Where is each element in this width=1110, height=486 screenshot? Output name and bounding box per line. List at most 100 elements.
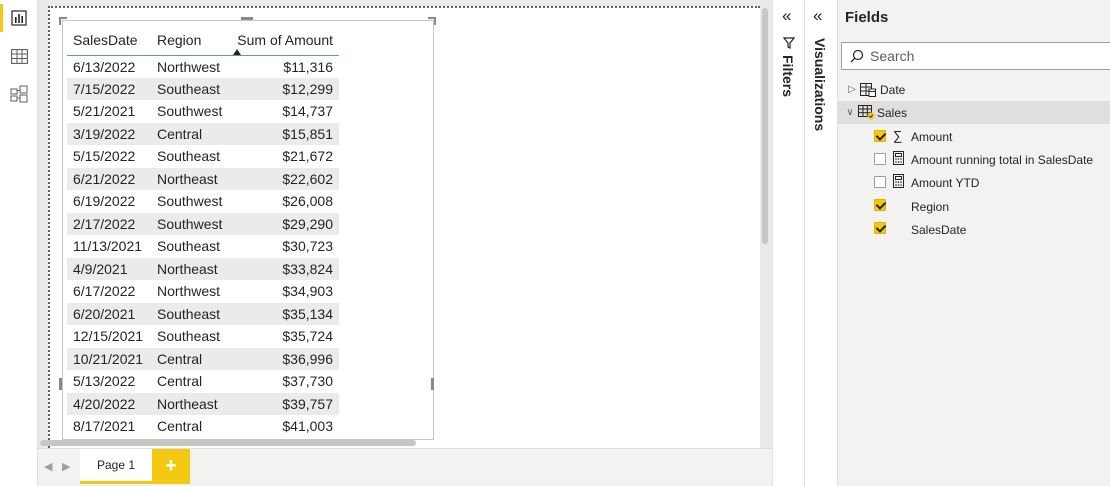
- table-row[interactable]: 6/20/2021 Southeast $35,134: [67, 302, 339, 325]
- table-visual[interactable]: SalesDate Region Sum of Amount 6/13/2022…: [62, 20, 434, 440]
- cell-region: Southeast: [157, 238, 221, 255]
- cell-region: Northeast: [151, 392, 229, 415]
- chevron-down-icon[interactable]: ∨: [844, 107, 856, 118]
- cell-salesdate: 2/17/2022: [67, 212, 151, 235]
- filter-funnel-icon: [782, 37, 796, 52]
- field-table-date[interactable]: ▷ Date: [838, 78, 1110, 101]
- cell-sum-of-amount: $14,737: [282, 103, 333, 120]
- canvas-vertical-scrollbar[interactable]: [762, 8, 768, 244]
- cell-sum-of-amount: $35,724: [282, 328, 333, 345]
- calculator-icon: [893, 151, 904, 165]
- table-row[interactable]: 4/20/2022 Northeast $39,757: [67, 392, 339, 415]
- table-row[interactable]: 6/19/2022 Southwest $26,008: [67, 190, 339, 213]
- model-view-icon[interactable]: [9, 84, 29, 104]
- cell-salesdate: 7/15/2022: [67, 77, 151, 100]
- cell-sum-of-amount: $41,003: [282, 418, 333, 435]
- page-tab-page-1[interactable]: Page 1: [80, 449, 152, 484]
- sort-ascending-icon: [233, 48, 241, 55]
- field-amount-running-total[interactable]: Amount running total in SalesDate: [911, 153, 1093, 167]
- sigma-icon: ∑: [893, 128, 903, 143]
- checkbox-salesdate[interactable]: [874, 222, 886, 234]
- cell-sum-of-amount: $36,996: [229, 347, 339, 370]
- cell-salesdate: 6/20/2021: [67, 302, 151, 325]
- checkbox-amount-ytd[interactable]: [874, 176, 886, 188]
- field-amount-ytd[interactable]: Amount YTD: [911, 176, 979, 190]
- filters-pane-collapsed[interactable]: « Filters: [772, 0, 804, 486]
- table-row[interactable]: 5/21/2021 Southwest $14,737: [67, 100, 339, 123]
- next-page-icon[interactable]: ▶: [62, 460, 70, 473]
- cell-sum-of-amount: $22,602: [229, 167, 339, 190]
- field-amount[interactable]: Amount: [911, 130, 952, 144]
- table-row[interactable]: 6/21/2022 Northeast $22,602: [67, 167, 339, 190]
- table-row[interactable]: 11/13/2021 Southeast $30,723: [67, 235, 339, 258]
- column-header-region[interactable]: Region: [151, 25, 229, 56]
- cell-region: Central: [157, 418, 203, 435]
- column-header-salesdate[interactable]: SalesDate: [67, 25, 151, 56]
- expand-pane-chevron-icon[interactable]: «: [782, 6, 791, 26]
- field-region[interactable]: Region: [911, 200, 949, 214]
- cell-region: Northeast: [151, 257, 229, 280]
- table-row[interactable]: 5/13/2022 Central $37,730: [67, 370, 339, 393]
- fields-pane: Fields Search ▷ Date ∨ Sales ∑ Amount Am…: [837, 0, 1110, 486]
- table-row[interactable]: 6/13/2022 Northwest $11,316: [67, 55, 339, 78]
- add-page-button[interactable]: +: [152, 449, 190, 484]
- fields-pane-title: Fields: [845, 9, 889, 26]
- field-salesdate[interactable]: SalesDate: [911, 223, 966, 237]
- cell-sum-of-amount: $34,903: [282, 283, 333, 300]
- table-row[interactable]: 6/17/2022 Northwest $34,903: [67, 280, 339, 303]
- table-row[interactable]: 4/9/2021 Northeast $33,824: [67, 257, 339, 280]
- cell-sum-of-amount: $33,824: [229, 257, 339, 280]
- expand-pane-chevron-icon[interactable]: «: [813, 6, 822, 26]
- field-table-sales[interactable]: ∨ Sales: [838, 101, 1110, 124]
- calculator-icon: [893, 174, 904, 188]
- left-navigation: [0, 0, 38, 486]
- cell-salesdate: 5/21/2021: [73, 103, 136, 120]
- checkbox-region[interactable]: [874, 199, 886, 211]
- cell-salesdate: 12/15/2021: [73, 328, 144, 345]
- selection-corner-top-left[interactable]: [59, 17, 67, 25]
- cell-salesdate: 5/13/2022: [73, 373, 136, 390]
- cell-salesdate: 6/19/2022: [73, 193, 136, 210]
- checkbox-amount[interactable]: [874, 130, 886, 142]
- cell-region: Northwest: [157, 283, 221, 300]
- checkbox-amount-running-total[interactable]: [874, 153, 886, 165]
- cell-salesdate: 3/19/2022: [67, 122, 151, 145]
- table-row[interactable]: 7/15/2022 Southeast $12,299: [67, 77, 339, 100]
- table-row[interactable]: 3/19/2022 Central $15,851: [67, 122, 339, 145]
- fields-search-box[interactable]: Search: [841, 42, 1110, 70]
- cell-region: Northeast: [151, 167, 229, 190]
- table-row[interactable]: 12/15/2021 Southeast $35,724: [67, 325, 339, 348]
- resize-handle-top[interactable]: [241, 17, 253, 20]
- table-row[interactable]: 2/17/2022 Southwest $29,290: [67, 212, 339, 235]
- cell-region: Central: [151, 347, 229, 370]
- report-view-icon[interactable]: [0, 4, 29, 32]
- table-row[interactable]: 10/21/2021 Central $36,996: [67, 347, 339, 370]
- table-row[interactable]: 5/15/2022 Southeast $21,672: [67, 145, 339, 168]
- cell-sum-of-amount: $11,316: [283, 58, 333, 75]
- table-row[interactable]: 8/17/2021 Central $41,003: [67, 415, 339, 438]
- column-header-sum-of-amount[interactable]: Sum of Amount: [229, 25, 339, 56]
- cell-region: Southeast: [151, 77, 229, 100]
- cell-sum-of-amount: $12,299: [229, 77, 339, 100]
- cell-region: Southeast: [157, 328, 221, 345]
- resize-handle-right[interactable]: [431, 378, 434, 390]
- previous-page-icon[interactable]: ◀: [44, 460, 52, 473]
- canvas-horizontal-scrollbar[interactable]: [40, 440, 416, 446]
- cell-salesdate: 6/17/2022: [73, 283, 136, 300]
- column-header-sum-of-amount-label: Sum of Amount: [237, 31, 333, 48]
- data-table: SalesDate Region Sum of Amount 6/13/2022…: [67, 25, 339, 438]
- chevron-right-icon[interactable]: ▷: [846, 84, 858, 95]
- cell-salesdate: 4/20/2022: [67, 392, 151, 415]
- resize-handle-left[interactable]: [59, 378, 62, 390]
- cell-sum-of-amount: $35,134: [229, 302, 339, 325]
- table-icon: [858, 105, 875, 120]
- data-view-icon[interactable]: [9, 46, 29, 66]
- search-placeholder: Search: [870, 48, 915, 64]
- cell-region: Southwest: [157, 103, 223, 120]
- cell-sum-of-amount: $21,672: [282, 148, 333, 165]
- cell-salesdate: 11/13/2021: [73, 238, 143, 255]
- visualizations-pane-collapsed[interactable]: « Visualizations: [804, 0, 837, 486]
- cell-salesdate: 6/13/2022: [73, 58, 136, 75]
- selection-corner-top-right[interactable]: [428, 17, 436, 25]
- date-table-icon: [860, 82, 876, 97]
